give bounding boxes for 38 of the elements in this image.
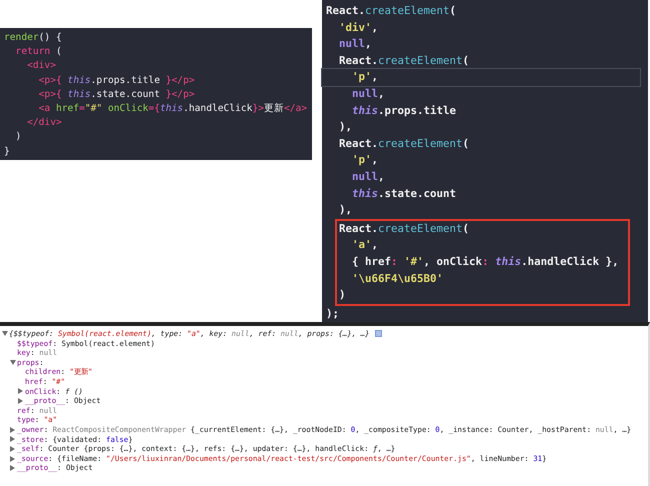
code-line: null, [351, 86, 386, 102]
code-line: ) [14, 130, 22, 144]
code-line: <p>{ this.state.count }</p> [38, 88, 196, 102]
code-line: React.createElement( [338, 136, 470, 152]
disclosure-triangle-icon[interactable] [10, 446, 15, 452]
disclosure-triangle-icon[interactable] [10, 436, 15, 442]
code-line: return ( [14, 45, 63, 60]
code-line: 'a', [351, 237, 380, 254]
code-line: render() { [4, 31, 63, 45]
code-line: '\u66F4\u65B0' [351, 270, 444, 286]
code-line: ) [339, 287, 347, 304]
code-line: ), [338, 202, 354, 218]
code-line: { href: '#', onClick: this.handleClick }, [351, 254, 620, 270]
disclosure-triangle-icon[interactable] [2, 331, 8, 336]
code-line: null, [338, 36, 373, 52]
code-line: <a href="#" onClick={this.handleClick}>更新</a> [38, 102, 308, 116]
code-line: 'p', [322, 69, 640, 86]
code-line: <p>{ this.props.title }</p> [38, 74, 196, 88]
code-line: ); [326, 306, 340, 322]
disclosure-triangle-icon[interactable] [10, 456, 15, 462]
disclosure-triangle-icon[interactable] [10, 465, 15, 472]
code-line: null, [351, 168, 386, 185]
disclosure-triangle-icon[interactable] [18, 388, 23, 394]
code-line: React.createElement( [326, 3, 458, 19]
disclosure-triangle-icon[interactable] [10, 360, 16, 366]
info-icon[interactable] [374, 330, 382, 338]
code-line: React.createElement( [339, 220, 470, 237]
code-line: 'div', [338, 20, 380, 36]
disclosure-triangle-icon[interactable] [18, 398, 23, 404]
code-line: this.state.count [351, 186, 458, 202]
disclosure-triangle-icon[interactable] [10, 426, 15, 433]
code-line: this.props.title [351, 102, 458, 119]
code-line: React.createElement( [338, 52, 470, 69]
code-line: } [4, 144, 11, 159]
code-line: </div> [26, 116, 63, 130]
code-line: <div> [26, 59, 57, 74]
code-line: 'p', [351, 152, 380, 168]
code-line: ), [338, 119, 354, 136]
